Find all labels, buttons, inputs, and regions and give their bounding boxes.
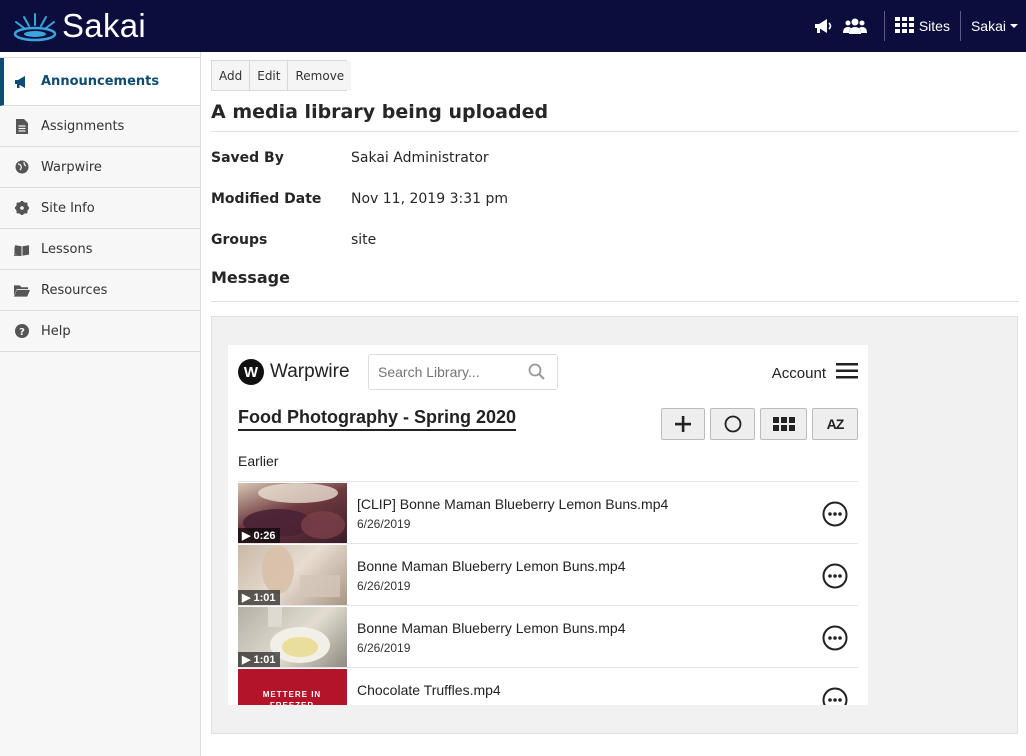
modified-date-row: Modified Date Nov 11, 2019 3:31 pm [211, 178, 1019, 219]
plus-icon [675, 416, 691, 432]
more-options-icon[interactable] [822, 501, 848, 532]
list-item[interactable]: METTERE IN FREEZER Chocolate Truffles.mp… [238, 668, 858, 705]
page-title: A media library being uploaded [211, 101, 1019, 132]
sidebar-item-lessons[interactable]: Lessons [0, 229, 200, 270]
folder-icon [14, 282, 30, 298]
question-icon: ? [14, 323, 30, 339]
announcement-meta: Saved By Sakai Administrator Modified Da… [211, 137, 1019, 260]
groups-value: site [351, 231, 377, 248]
logo-text: Sakai [62, 7, 147, 44]
warpwire-logo-text: Warpwire [270, 361, 350, 382]
video-thumbnail[interactable]: ▶ 0:26 [238, 483, 347, 543]
account-label: Account [771, 364, 826, 382]
sidebar-item-label: Site Info [41, 200, 95, 216]
warpwire-logo[interactable]: W Warpwire [238, 359, 350, 385]
sakai-logo-icon [13, 13, 57, 42]
list-item[interactable]: ▶ 1:01 Bonne Maman Blueberry Lemon Buns.… [238, 606, 858, 668]
divider [883, 11, 885, 41]
media-date: 6/26/2019 [357, 517, 411, 531]
media-title[interactable]: Bonne Maman Blueberry Lemon Buns.mp4 [357, 620, 625, 636]
collection-actions: AZ [656, 408, 858, 440]
user-menu-button[interactable]: Sakai [971, 18, 1022, 34]
more-options-icon[interactable] [822, 625, 848, 656]
file-icon [14, 118, 30, 134]
caret-down-icon [1010, 24, 1018, 28]
tool-menu: Announcements Assignments Warpwire Site … [0, 52, 201, 756]
hamburger-icon [836, 363, 858, 383]
account-menu[interactable]: Account [772, 363, 858, 383]
globe-icon [14, 159, 30, 175]
saved-by-value: Sakai Administrator [351, 149, 489, 166]
duration-badge: ▶ 1:01 [238, 590, 280, 605]
remove-button[interactable]: Remove [288, 61, 352, 90]
top-bar: Sakai Sites Sakai [0, 0, 1026, 52]
sidebar-item-warpwire[interactable]: Warpwire [0, 147, 200, 188]
media-date: 6/26/2019 [357, 579, 411, 593]
modified-date-label: Modified Date [211, 190, 322, 207]
sidebar-item-label: Lessons [41, 241, 93, 257]
modified-date-value: Nov 11, 2019 3:31 pm [351, 190, 508, 207]
sidebar-item-label: Assignments [41, 118, 125, 134]
groups-label: Groups [211, 231, 268, 248]
duration-badge: ▶ 0:26 [238, 528, 280, 543]
collection-title[interactable]: Food Photography - Spring 2020 [238, 407, 517, 431]
user-label: Sakai [970, 18, 1006, 34]
grid-icon [894, 17, 914, 33]
message-heading: Message [211, 262, 1019, 302]
sakai-logo[interactable]: Sakai [12, 6, 146, 46]
sites-label: Sites [918, 18, 950, 34]
sidebar-item-resources[interactable]: Resources [0, 270, 200, 311]
video-thumbnail[interactable]: ▶ 1:01 [238, 607, 347, 667]
megaphone-icon [14, 74, 30, 90]
sidebar-item-label: Announcements [41, 74, 160, 89]
warpwire-logo-icon: W [238, 359, 264, 385]
circle-icon [724, 415, 741, 433]
sidebar-item-assignments[interactable]: Assignments [0, 106, 200, 147]
media-title[interactable]: [CLIP] Bonne Maman Blueberry Lemon Buns.… [357, 496, 668, 512]
section-label: Earlier [238, 453, 279, 469]
add-button[interactable]: Add [212, 61, 251, 90]
sidebar-item-site-info[interactable]: Site Info [0, 188, 200, 229]
select-button[interactable] [710, 408, 755, 440]
sites-button[interactable]: Sites [894, 17, 950, 35]
sidebar-item-announcements[interactable]: Announcements [0, 58, 200, 106]
saved-by-label: Saved By [211, 149, 284, 166]
duration-badge: ▶ 1:01 [238, 652, 280, 667]
sidebar-item-label: Help [41, 323, 71, 339]
gear-icon [14, 200, 30, 216]
saved-by-row: Saved By Sakai Administrator [211, 137, 1019, 178]
more-options-icon[interactable] [822, 563, 848, 594]
main-content: Add Edit Remove A media library being up… [211, 52, 1019, 734]
megaphone-icon[interactable] [810, 15, 836, 37]
list-item[interactable]: ▶ 1:01 Bonne Maman Blueberry Lemon Buns.… [238, 544, 858, 606]
video-thumbnail[interactable]: ▶ 1:01 [238, 545, 347, 605]
grid-view-button[interactable] [760, 408, 807, 440]
more-options-icon[interactable] [822, 687, 848, 705]
sort-button[interactable]: AZ [812, 408, 858, 440]
sort-az-icon: AZ [826, 416, 845, 432]
announcement-toolbar: Add Edit Remove [211, 60, 352, 91]
warpwire-header: W Warpwire Account [238, 354, 858, 390]
groups-row: Groups site [211, 219, 1019, 260]
search-icon[interactable] [528, 363, 546, 386]
sidebar-item-label: Warpwire [41, 159, 102, 175]
add-media-button[interactable] [661, 408, 705, 440]
media-date: 6/26/2019 [357, 641, 411, 655]
media-title[interactable]: Bonne Maman Blueberry Lemon Buns.mp4 [357, 558, 625, 574]
book-icon [14, 241, 30, 257]
message-body: W Warpwire Account Food Photography - Sp… [211, 316, 1018, 734]
warpwire-embed: W Warpwire Account Food Photography - Sp… [228, 345, 868, 705]
video-thumbnail[interactable]: METTERE IN FREEZER [238, 669, 347, 705]
grid-icon [772, 417, 795, 431]
media-list: ▶ 0:26 [CLIP] Bonne Maman Blueberry Lemo… [238, 481, 858, 705]
thumbnail-caption: METTERE IN FREEZER [262, 690, 322, 705]
edit-button[interactable]: Edit [250, 61, 289, 90]
divider [959, 11, 961, 41]
users-icon[interactable] [842, 15, 868, 37]
sidebar-item-help[interactable]: ? Help [0, 311, 200, 352]
list-item[interactable]: ▶ 0:26 [CLIP] Bonne Maman Blueberry Lemo… [238, 482, 858, 544]
media-title[interactable]: Chocolate Truffles.mp4 [357, 682, 501, 698]
svg-text:?: ? [19, 327, 25, 338]
sidebar-item-label: Resources [41, 282, 108, 298]
